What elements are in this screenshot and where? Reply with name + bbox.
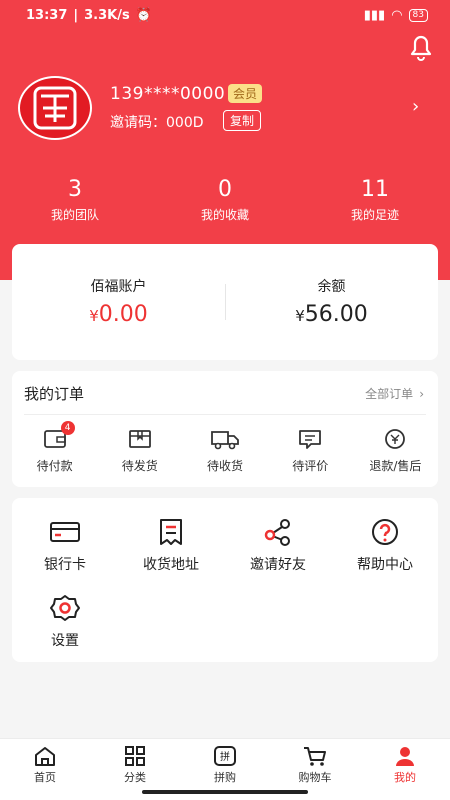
truck-icon	[211, 431, 239, 450]
user-phone: 139****0000	[110, 84, 226, 104]
stat-team[interactable]: 3 我的团队	[0, 176, 150, 223]
order-label: 待付款	[36, 459, 73, 473]
stat-value: 3	[68, 177, 82, 202]
stat-value: 11	[361, 177, 389, 202]
tab-label: 拼购	[214, 771, 236, 784]
address-icon	[160, 519, 182, 545]
wifi-icon: ◠	[391, 7, 403, 23]
status-time: 13:37	[26, 7, 68, 23]
service-label: 银行卡	[44, 557, 86, 573]
service-label: 收货地址	[143, 557, 199, 573]
refund-icon	[385, 429, 406, 449]
group-buy-icon-label: 拼	[220, 750, 230, 763]
battery-icon: 83	[408, 8, 428, 22]
currency-symbol: ¥	[89, 307, 99, 325]
invite-code: 邀请码：000D	[110, 112, 204, 132]
stat-favorites[interactable]: 0 我的收藏	[150, 176, 300, 223]
orders-card: 我的订单 全部订单 › 4 待付款 待发货 待收货 待评价 退款/售后	[12, 371, 438, 487]
account-amount: ¥56.00	[225, 302, 438, 327]
currency-symbol: ¥	[295, 307, 305, 325]
order-pending-shipment[interactable]: 待发货	[97, 427, 182, 474]
order-refund[interactable]: 退款/售后	[353, 427, 438, 474]
chevron-right-icon: ›	[419, 386, 424, 401]
cart-icon	[304, 747, 326, 766]
home-indicator	[142, 790, 308, 794]
tab-label: 我的	[394, 771, 416, 784]
invite-value: 000D	[166, 115, 204, 131]
settings-icon	[50, 595, 80, 621]
home-icon	[35, 747, 55, 766]
stat-label: 我的足迹	[350, 208, 399, 222]
amount-value: 0.00	[98, 302, 148, 327]
signal-icon: ▮▮▮	[363, 7, 386, 23]
order-pending-payment[interactable]: 4 待付款	[12, 421, 97, 474]
order-label: 待评价	[292, 459, 329, 473]
account-amount: ¥0.00	[12, 302, 225, 327]
stat-footprints[interactable]: 11 我的足迹	[300, 176, 450, 223]
tab-label: 首页	[34, 771, 56, 784]
divider	[24, 414, 426, 415]
order-label: 待收货	[207, 459, 244, 473]
tab-home[interactable]: 首页	[0, 739, 90, 800]
account-balance[interactable]: 余额 ¥56.00	[225, 244, 438, 360]
user-icon	[396, 747, 414, 766]
account-title: 佰福账户	[90, 279, 147, 295]
account-points[interactable]: 佰福账户 ¥0.00	[12, 244, 225, 360]
order-badge: 4	[60, 421, 75, 435]
order-label: 待发货	[121, 459, 158, 473]
alarm-icon: ⏰	[135, 7, 152, 23]
status-bar: 13:37 | 3.3K/s ⏰ ▮▮▮ ◠ 83	[0, 0, 450, 30]
stat-value: 0	[218, 177, 232, 202]
group-buy-icon: 拼	[214, 746, 236, 766]
service-address[interactable]: 收货地址	[118, 518, 224, 574]
orders-title: 我的订单	[24, 385, 85, 403]
package-icon	[128, 430, 151, 448]
service-bank-card[interactable]: 银行卡	[12, 518, 118, 574]
order-pending-review[interactable]: 待评价	[268, 427, 353, 474]
copy-button[interactable]: 复制	[223, 110, 262, 131]
bank-card-icon	[50, 522, 80, 542]
status-speed: 3.3K/s	[84, 7, 130, 23]
avatar[interactable]	[18, 76, 92, 140]
help-icon	[372, 519, 398, 545]
stat-label: 我的团队	[50, 208, 99, 222]
stat-label: 我的收藏	[200, 208, 249, 222]
tab-label: 分类	[124, 771, 146, 784]
profile-header	[0, 0, 450, 280]
services-card: 银行卡 收货地址 邀请好友 帮助中心 设置	[12, 498, 438, 662]
service-settings[interactable]: 设置	[12, 594, 118, 650]
order-pending-receipt[interactable]: 待收货	[182, 427, 267, 474]
chevron-right-icon[interactable]: ›	[412, 96, 419, 117]
service-label: 设置	[51, 633, 79, 649]
service-label: 邀请好友	[250, 557, 306, 573]
tab-label: 购物车	[298, 771, 332, 784]
service-invite-friends[interactable]: 邀请好友	[225, 518, 331, 574]
amount-value: 56.00	[304, 302, 368, 327]
grid-icon	[125, 746, 145, 766]
all-orders-label: 全部订单	[365, 387, 414, 401]
stats-row: 3 我的团队 0 我的收藏 11 我的足迹	[0, 176, 450, 223]
order-label: 退款/售后	[369, 459, 422, 473]
comment-icon	[299, 430, 322, 449]
order-status-row: 4 待付款 待发货 待收货 待评价 退款/售后	[12, 421, 438, 474]
all-orders-link[interactable]: 全部订单 ›	[365, 385, 424, 402]
service-label: 帮助中心	[357, 557, 413, 573]
vip-badge: 会员	[228, 84, 263, 103]
share-icon	[264, 519, 290, 546]
notification-bell-icon[interactable]	[404, 32, 438, 62]
service-help-center[interactable]: 帮助中心	[332, 518, 438, 574]
invite-label: 邀请码：	[110, 115, 166, 131]
tab-profile[interactable]: 我的	[360, 739, 450, 800]
account-title: 余额	[317, 279, 346, 295]
account-card: 佰福账户 ¥0.00 余额 ¥56.00	[12, 244, 438, 360]
